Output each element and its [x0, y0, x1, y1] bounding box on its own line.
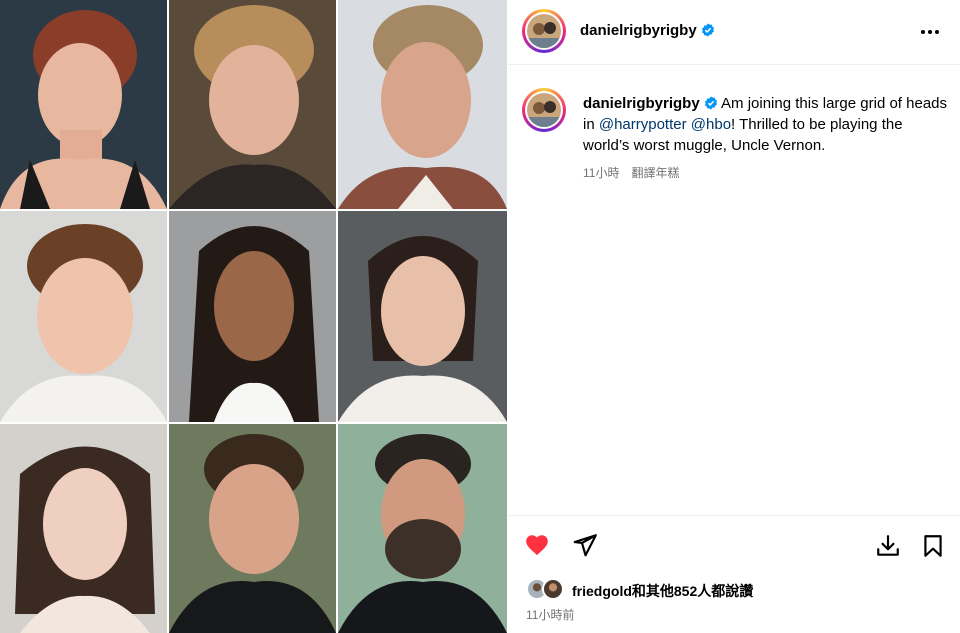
portrait-6: [338, 211, 507, 422]
portrait-1: [0, 0, 167, 209]
download-icon[interactable]: [875, 533, 901, 559]
portrait-2: [169, 0, 336, 209]
username-link[interactable]: danielrigbyrigby: [580, 22, 715, 39]
mention-harrypotter[interactable]: @harrypotter: [599, 116, 687, 133]
post-details-panel: danielrigbyrigby danielrigbyrigby Am joi…: [508, 0, 960, 633]
bookmark-icon[interactable]: [920, 533, 946, 559]
caption-avatar[interactable]: [522, 88, 566, 132]
portrait-4: [0, 211, 167, 422]
likes-count[interactable]: friedgold和其他852人都說讚: [572, 581, 753, 601]
portrait-3: [338, 0, 507, 209]
portrait-7: [0, 424, 167, 633]
action-bar: friedgold和其他852人都說讚 11小時前: [508, 515, 960, 633]
caption-username[interactable]: danielrigbyrigby: [583, 95, 700, 112]
translate-button[interactable]: 翻譯年糕: [631, 166, 679, 180]
avatar[interactable]: [522, 9, 566, 53]
verified-badge-icon: [701, 23, 714, 37]
caption-time[interactable]: 11小時: [583, 166, 619, 180]
caption-meta: 11小時 翻譯年糕: [583, 164, 679, 181]
verified-badge-icon: [704, 96, 717, 110]
post-header: danielrigbyrigby: [508, 0, 960, 65]
more-horizontal-icon[interactable]: [918, 22, 942, 42]
caption-text: danielrigbyrigby Am joining this large g…: [583, 93, 953, 156]
mention-hbo[interactable]: @hbo: [691, 116, 731, 133]
portrait-5: [169, 211, 336, 422]
heart-icon[interactable]: [524, 532, 550, 558]
post-timestamp[interactable]: 11小時前: [526, 606, 574, 623]
portrait-9: [338, 424, 507, 633]
send-icon[interactable]: [572, 532, 598, 558]
liker-avatar: [542, 578, 564, 600]
portrait-8: [169, 424, 336, 633]
post-image[interactable]: [0, 0, 507, 633]
